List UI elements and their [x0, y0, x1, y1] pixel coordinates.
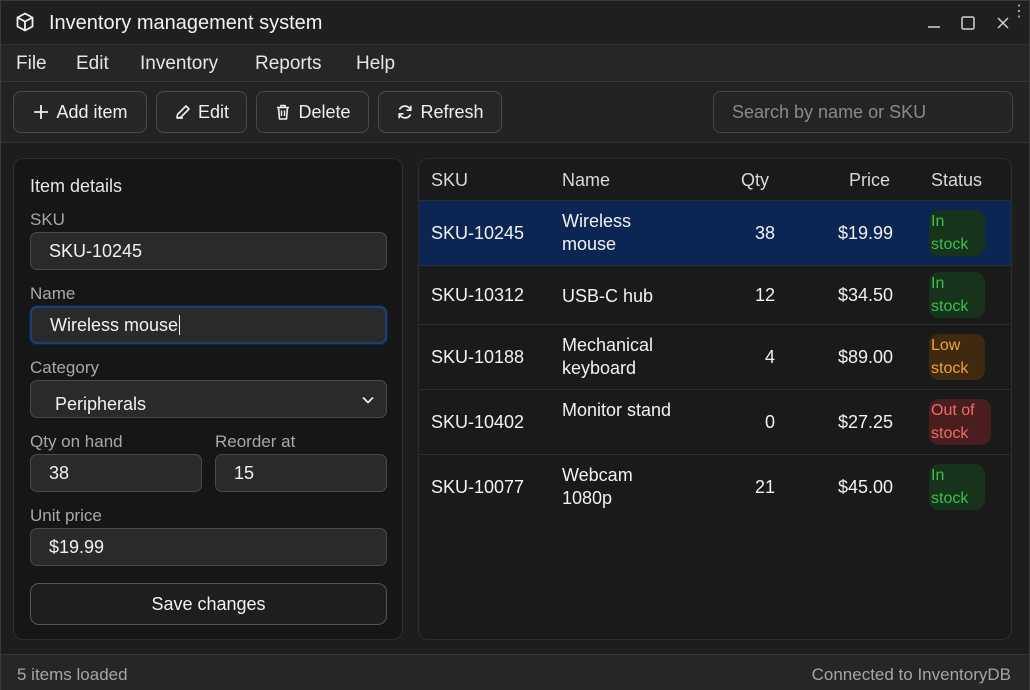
- name-value: Wireless mouse: [50, 314, 179, 335]
- table-row[interactable]: SKU-10077 Webcam 1080p 21 $45.00 In stoc…: [419, 455, 1011, 520]
- table-row[interactable]: SKU-10245 Wireless mouse 38 $19.99 In st…: [419, 201, 1011, 266]
- qty-field[interactable]: 38: [30, 454, 202, 492]
- sku-label: SKU: [30, 210, 65, 229]
- table-row[interactable]: SKU-10402 Monitor stand 0 $27.25 Out of …: [419, 390, 1011, 455]
- pencil-icon: [176, 105, 190, 119]
- row-qty: 0: [764, 412, 775, 432]
- close-icon: [997, 17, 1009, 29]
- row-qty: 38: [754, 223, 775, 243]
- sku-value: SKU-10245: [49, 240, 143, 261]
- menu-reports[interactable]: Reports: [255, 53, 322, 75]
- row-price: $89.00: [837, 347, 893, 367]
- status-badge: Low stock: [929, 334, 985, 380]
- table-header: SKU Name Qty Price Status: [419, 159, 1011, 201]
- row-name: Wireless mouse: [562, 211, 632, 254]
- reorder-value: 15: [234, 462, 255, 483]
- refresh-button[interactable]: Refresh: [378, 91, 502, 133]
- minimize-icon: [928, 26, 940, 28]
- item-details-panel: Item details SKU SKU-10245 Name Wireless…: [13, 158, 403, 640]
- row-sku: SKU-10245: [431, 223, 525, 243]
- edit-button[interactable]: Edit: [156, 91, 247, 133]
- row-name: Mechanical keyboard: [562, 335, 654, 378]
- connection-status: Connected to InventoryDB: [811, 665, 1011, 684]
- row-qty: 21: [754, 477, 775, 497]
- row-name: Webcam 1080p: [562, 465, 633, 508]
- reorder-label: Reorder at: [215, 432, 296, 451]
- qty-label: Qty on hand: [30, 432, 123, 451]
- plus-icon: [34, 105, 49, 119]
- row-sku: SKU-10402: [431, 412, 525, 432]
- row-sku: SKU-10312: [431, 285, 525, 305]
- reorder-field[interactable]: 15: [215, 454, 387, 492]
- text-caret: [179, 315, 181, 335]
- price-value: $19.99: [49, 536, 105, 557]
- header-qty[interactable]: Qty: [741, 170, 769, 191]
- row-qty: 4: [764, 347, 775, 367]
- qty-value: 38: [49, 462, 70, 483]
- row-price: $19.99: [837, 223, 893, 243]
- row-sku: SKU-10188: [431, 347, 525, 367]
- delete-label: Delete: [298, 101, 351, 122]
- menu-bar: File Edit Inventory Reports Help: [1, 44, 1029, 82]
- status-bar: 5 items loaded Connected to InventoryDB: [1, 654, 1029, 690]
- category-label: Category: [30, 358, 99, 377]
- add-item-button[interactable]: Add item: [13, 91, 147, 133]
- trash-icon: [277, 104, 290, 120]
- status-badge: In stock: [929, 272, 985, 318]
- save-changes-label: Save changes: [151, 593, 266, 614]
- refresh-icon: [398, 105, 413, 119]
- menu-edit[interactable]: Edit: [76, 53, 109, 75]
- main-content: Item details SKU SKU-10245 Name Wireless…: [1, 144, 1029, 654]
- cube-icon: [15, 12, 35, 32]
- delete-button[interactable]: Delete: [256, 91, 369, 133]
- edit-label: Edit: [197, 101, 230, 122]
- chevron-down-icon: [362, 396, 374, 404]
- header-sku[interactable]: SKU: [431, 170, 468, 191]
- header-price[interactable]: Price: [849, 170, 890, 191]
- menu-file[interactable]: File: [16, 53, 47, 75]
- name-field[interactable]: Wireless mouse: [30, 306, 387, 344]
- menu-help[interactable]: Help: [356, 53, 395, 75]
- header-status[interactable]: Status: [931, 170, 982, 191]
- search-input[interactable]: [713, 91, 1013, 133]
- save-changes-button[interactable]: Save changes: [30, 583, 387, 625]
- row-qty: 12: [754, 285, 775, 305]
- row-sku: SKU-10077: [431, 477, 525, 497]
- items-count: 5 items loaded: [17, 665, 128, 684]
- row-name: USB-C hub: [562, 286, 654, 306]
- status-badge: In stock: [929, 210, 985, 256]
- status-badge: In stock: [929, 464, 985, 510]
- app-window: Inventory management system ⋮⋮ File Edit…: [0, 0, 1030, 690]
- row-price: $34.50: [837, 285, 893, 305]
- sku-field[interactable]: SKU-10245: [30, 232, 387, 270]
- category-select[interactable]: Peripherals: [30, 380, 387, 418]
- title-bar: Inventory management system ⋮⋮: [1, 1, 1030, 44]
- toolbar: Add item Edit Delete Refresh: [1, 83, 1029, 143]
- refresh-label: Refresh: [420, 101, 484, 122]
- more-icon: ⋮⋮: [1011, 3, 1030, 20]
- maximize-button[interactable]: [956, 11, 980, 35]
- row-price: $27.25: [837, 412, 893, 432]
- minimize-button[interactable]: [922, 11, 946, 35]
- row-price: $45.00: [837, 477, 893, 497]
- status-badge: Out of stock: [929, 399, 991, 445]
- table-row[interactable]: SKU-10188 Mechanical keyboard 4 $89.00 L…: [419, 325, 1011, 390]
- row-name: Monitor stand: [562, 400, 672, 420]
- name-label: Name: [30, 284, 76, 303]
- window-title: Inventory management system: [49, 12, 323, 34]
- add-item-label: Add item: [56, 101, 128, 122]
- maximize-icon: [961, 16, 975, 30]
- table-row[interactable]: SKU-10312 USB-C hub 12 $34.50 In stock: [419, 266, 1011, 325]
- menu-inventory[interactable]: Inventory: [140, 53, 218, 75]
- header-name[interactable]: Name: [562, 170, 610, 191]
- inventory-table: SKU Name Qty Price Status SKU-10245 Wire…: [418, 158, 1012, 640]
- category-value: Peripherals: [55, 394, 147, 414]
- panel-title: Item details: [30, 176, 123, 196]
- price-field[interactable]: $19.99: [30, 528, 387, 566]
- price-label: Unit price: [30, 506, 102, 525]
